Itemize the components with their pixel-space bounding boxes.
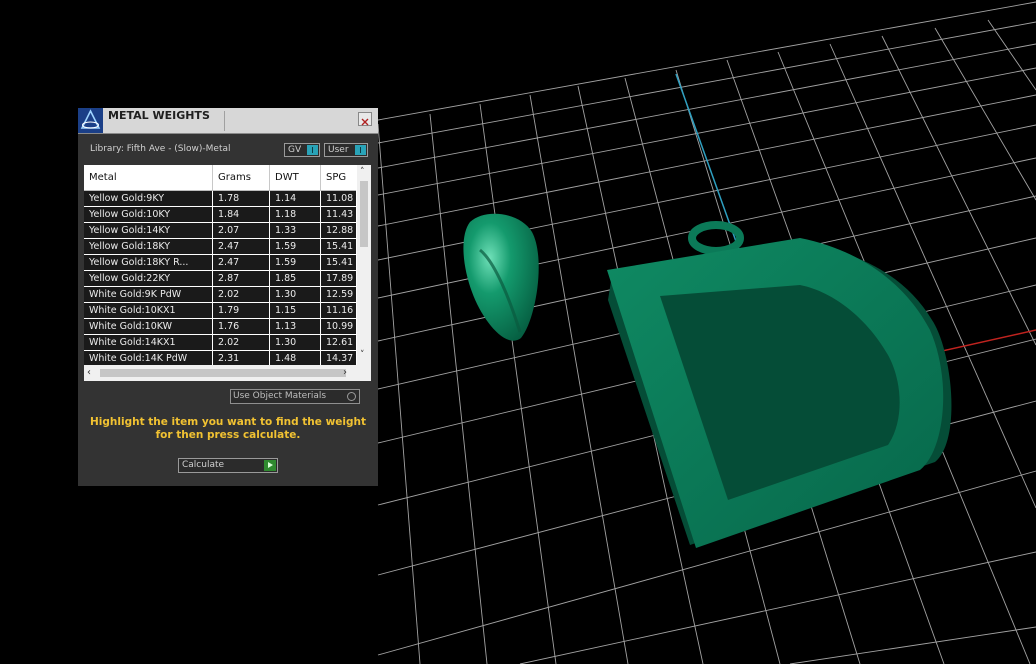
cell-dwt: 1.15	[270, 303, 321, 318]
table-row[interactable]: Yellow Gold:18KY 2.47 1.59 15.41	[84, 239, 356, 255]
cell-dwt: 1.18	[270, 207, 321, 222]
cell-metal: White Gold:14K PdW	[84, 351, 213, 366]
app-logo-icon	[78, 108, 103, 133]
cell-grams: 1.76	[213, 319, 270, 334]
cell-metal: White Gold:10KW	[84, 319, 213, 334]
cell-spg: 12.88	[326, 225, 354, 236]
table-row[interactable]: White Gold:10KX1 1.79 1.15 11.16	[84, 303, 356, 319]
use-object-materials-option[interactable]: Use Object Materials	[230, 389, 360, 404]
user-toggle[interactable]: User	[324, 143, 368, 157]
cell-metal: White Gold:9K PdW	[84, 287, 213, 302]
metal-weights-table[interactable]: Metal Grams DWT SPG Yellow Gold:9KY 1.78 1…	[84, 165, 371, 381]
calculate-button[interactable]: Calculate	[178, 458, 278, 473]
table-header: Metal Grams DWT SPG	[84, 165, 356, 191]
close-icon	[361, 118, 369, 126]
bead-model	[463, 213, 539, 341]
cell-spg: 17.89	[326, 273, 354, 284]
metal-weights-dialog: METAL WEIGHTS Library: Fifth Ave - (Slow…	[78, 108, 378, 486]
radio-icon[interactable]	[347, 392, 356, 401]
horizontal-scrollbar[interactable]: ‹ ›	[84, 365, 371, 381]
cell-spg: 15.41	[326, 241, 354, 252]
title-divider	[224, 111, 225, 131]
cell-spg: 11.08	[326, 193, 354, 204]
cell-grams: 2.87	[213, 271, 270, 286]
instructions-text: Highlight the item you want to find the …	[88, 416, 368, 442]
scroll-up-arrow-icon[interactable]: ˄	[360, 168, 365, 177]
scroll-right-arrow-icon[interactable]: ›	[343, 367, 347, 378]
horizontal-scroll-thumb[interactable]	[100, 369, 346, 377]
cell-spg: 15.41	[326, 257, 354, 268]
cell-metal: Yellow Gold:18KY	[84, 239, 213, 254]
cell-dwt: 1.30	[270, 335, 321, 350]
letter-d-pendant-model	[607, 221, 952, 548]
cell-metal: Yellow Gold:14KY	[84, 223, 213, 238]
dialog-title: METAL WEIGHTS	[108, 109, 210, 122]
cell-grams: 2.47	[213, 255, 270, 270]
scroll-down-arrow-icon[interactable]: ˅	[360, 351, 365, 360]
table-row[interactable]: Yellow Gold:9KY 1.78 1.14 11.08	[84, 191, 356, 207]
user-toggle-switch-icon	[355, 145, 366, 155]
table-row[interactable]: Yellow Gold:22KY 2.87 1.85 17.89	[84, 271, 356, 287]
cell-grams: 2.02	[213, 335, 270, 350]
table-body: Yellow Gold:9KY 1.78 1.14 11.08 Yellow Gold:…	[84, 191, 356, 367]
instructions-line-1: Highlight the item you want to find the …	[90, 416, 366, 428]
cell-grams: 2.31	[213, 351, 270, 366]
table-row[interactable]: Yellow Gold:18KY R... 2.47 1.59 15.41	[84, 255, 356, 271]
table-row[interactable]: White Gold:9K PdW 2.02 1.30 12.59	[84, 287, 356, 303]
cell-grams: 2.07	[213, 223, 270, 238]
instructions-line-2: for then press calculate.	[155, 429, 301, 441]
cell-spg: 10.99	[326, 321, 354, 332]
cell-spg: 11.43	[326, 209, 354, 220]
cell-grams: 2.47	[213, 239, 270, 254]
cell-metal: Yellow Gold:18KY R...	[84, 255, 213, 270]
scroll-left-arrow-icon[interactable]: ‹	[87, 367, 91, 378]
cell-metal: Yellow Gold:22KY	[84, 271, 213, 286]
cell-metal: White Gold:14KX1	[84, 335, 213, 350]
cell-dwt: 1.14	[270, 191, 321, 206]
cell-dwt: 1.33	[270, 223, 321, 238]
gv-toggle-switch-icon	[307, 145, 318, 155]
gv-toggle-label: GV	[288, 145, 302, 155]
column-header-grams[interactable]: Grams	[213, 165, 270, 190]
dialog-titlebar[interactable]: METAL WEIGHTS	[78, 108, 378, 134]
column-header-metal[interactable]: Metal	[84, 165, 213, 190]
vertical-scroll-thumb[interactable]	[360, 181, 368, 247]
cell-metal: Yellow Gold:9KY	[84, 191, 213, 206]
cell-metal: Yellow Gold:10KY	[84, 207, 213, 222]
calculate-button-label: Calculate	[182, 460, 225, 470]
cell-grams: 2.02	[213, 287, 270, 302]
cell-dwt: 1.59	[270, 239, 321, 254]
column-header-dwt[interactable]: DWT	[270, 165, 321, 190]
cell-metal: White Gold:10KX1	[84, 303, 213, 318]
cell-dwt: 1.13	[270, 319, 321, 334]
cell-spg: 12.59	[326, 289, 354, 300]
close-button[interactable]	[358, 112, 372, 126]
cell-dwt: 1.59	[270, 255, 321, 270]
cell-spg: 12.61	[326, 337, 354, 348]
cell-dwt: 1.85	[270, 271, 321, 286]
column-header-spg[interactable]: SPG	[321, 165, 356, 190]
cell-dwt: 1.48	[270, 351, 321, 366]
use-object-materials-label: Use Object Materials	[233, 391, 327, 401]
cell-spg: 11.16	[326, 305, 354, 316]
cell-spg: 14.37	[326, 353, 354, 364]
cell-grams: 1.84	[213, 207, 270, 222]
table-row[interactable]: White Gold:14KX1 2.02 1.30 12.61	[84, 335, 356, 351]
gv-toggle[interactable]: GV	[284, 143, 320, 157]
table-row[interactable]: Yellow Gold:10KY 1.84 1.18 11.43	[84, 207, 356, 223]
cell-grams: 1.79	[213, 303, 270, 318]
play-arrow-icon	[264, 460, 276, 471]
table-row[interactable]: Yellow Gold:14KY 2.07 1.33 12.88	[84, 223, 356, 239]
user-toggle-label: User	[328, 145, 349, 155]
table-row[interactable]: White Gold:10KW 1.76 1.13 10.99	[84, 319, 356, 335]
cell-dwt: 1.30	[270, 287, 321, 302]
library-label: Library: Fifth Ave - (Slow)-Metal	[90, 144, 231, 154]
vertical-scrollbar[interactable]: ˄ ˅	[357, 165, 371, 365]
cell-grams: 1.78	[213, 191, 270, 206]
